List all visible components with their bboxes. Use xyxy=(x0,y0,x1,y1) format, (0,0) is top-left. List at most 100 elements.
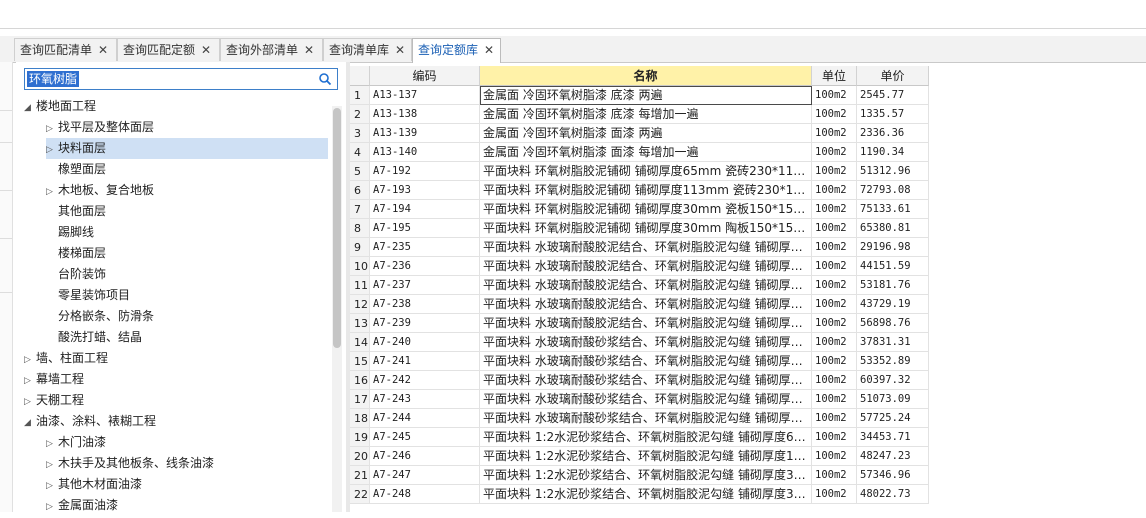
table-row[interactable]: 1 A13-137 金属面 冷固环氧树脂漆 底漆 两遍 100m2 2545.77 xyxy=(350,86,929,105)
tree-node[interactable]: 酸洗打蜡、结晶 xyxy=(46,327,328,348)
cell-code[interactable]: A13-138 xyxy=(370,105,480,124)
row-number[interactable]: 1 xyxy=(350,86,370,105)
expand-arrow-icon[interactable]: ▷ xyxy=(46,434,58,455)
cell-unit[interactable]: 100m2 xyxy=(812,485,857,504)
tree-node[interactable]: ▷ 木门油漆 xyxy=(46,432,328,453)
cell-name[interactable]: 平面块料 水玻璃耐酸砂浆结合、环氧树脂胶泥勾缝 铺砌厚… xyxy=(480,352,812,371)
cell-price[interactable]: 51312.96 xyxy=(857,162,929,181)
cell-unit[interactable]: 100m2 xyxy=(812,200,857,219)
table-row[interactable]: 7 A7-194 平面块料 环氧树脂胶泥铺砌 铺砌厚度30mm 瓷板150*150*… xyxy=(350,200,929,219)
expand-arrow-icon[interactable]: ▷ xyxy=(46,182,58,203)
cell-name[interactable]: 平面块料 环氧树脂胶泥铺砌 铺砌厚度65mm 瓷砖230*113*65 xyxy=(480,162,812,181)
cell-code[interactable]: A7-192 xyxy=(370,162,480,181)
cell-unit[interactable]: 100m2 xyxy=(812,371,857,390)
close-icon[interactable]: ✕ xyxy=(201,43,211,57)
table-row[interactable]: 21 A7-247 平面块料 1:2水泥砂浆结合、环氧树脂胶泥勾缝 铺砌厚度3… 10… xyxy=(350,466,929,485)
tree-node[interactable]: ▷ 幕墙工程 xyxy=(24,369,328,390)
column-header-price[interactable]: 单价 xyxy=(857,66,929,86)
cell-name[interactable]: 平面块料 1:2水泥砂浆结合、环氧树脂胶泥勾缝 铺砌厚度6… xyxy=(480,428,812,447)
cell-name[interactable]: 平面块料 环氧树脂胶泥铺砌 铺砌厚度30mm 瓷板150*150*30 xyxy=(480,200,812,219)
cell-price[interactable]: 34453.71 xyxy=(857,428,929,447)
tree-scrollbar[interactable] xyxy=(332,106,342,512)
cell-code[interactable]: A13-137 xyxy=(370,86,480,105)
tab-bill-library[interactable]: 查询清单库 ✕ xyxy=(323,38,412,61)
table-row[interactable]: 13 A7-239 平面块料 水玻璃耐酸胶泥结合、环氧树脂胶泥勾缝 铺砌厚… 100m… xyxy=(350,314,929,333)
cell-price[interactable]: 72793.08 xyxy=(857,181,929,200)
cell-price[interactable]: 60397.32 xyxy=(857,371,929,390)
cell-name[interactable]: 平面块料 水玻璃耐酸砂浆结合、环氧树脂胶泥勾缝 铺砌厚… xyxy=(480,333,812,352)
table-row[interactable]: 18 A7-244 平面块料 水玻璃耐酸砂浆结合、环氧树脂胶泥勾缝 铺砌厚… 100m… xyxy=(350,409,929,428)
tree-node[interactable]: ▷ 找平层及整体面层 xyxy=(46,117,328,138)
tree-node[interactable]: 零星装饰项目 xyxy=(46,285,328,306)
cell-unit[interactable]: 100m2 xyxy=(812,238,857,257)
row-number[interactable]: 15 xyxy=(350,352,370,371)
tree-node[interactable]: 台阶装饰 xyxy=(46,264,328,285)
table-row[interactable]: 9 A7-235 平面块料 水玻璃耐酸胶泥结合、环氧树脂胶泥勾缝 铺砌厚… 100m2… xyxy=(350,238,929,257)
table-row[interactable]: 11 A7-237 平面块料 水玻璃耐酸胶泥结合、环氧树脂胶泥勾缝 铺砌厚… 100m… xyxy=(350,276,929,295)
row-number[interactable]: 13 xyxy=(350,314,370,333)
tree-node[interactable]: 分格嵌条、防滑条 xyxy=(46,306,328,327)
cell-code[interactable]: A7-246 xyxy=(370,447,480,466)
tree-node[interactable]: ▷ 金属面油漆 xyxy=(46,495,328,516)
cell-code[interactable]: A13-139 xyxy=(370,124,480,143)
cell-price[interactable]: 43729.19 xyxy=(857,295,929,314)
cell-unit[interactable]: 100m2 xyxy=(812,105,857,124)
cell-code[interactable]: A7-248 xyxy=(370,485,480,504)
tree-node[interactable]: ▷ 块料面层 xyxy=(46,138,328,159)
cell-code[interactable]: A7-235 xyxy=(370,238,480,257)
cell-unit[interactable]: 100m2 xyxy=(812,390,857,409)
row-number[interactable]: 18 xyxy=(350,409,370,428)
cell-unit[interactable]: 100m2 xyxy=(812,181,857,200)
tree-node[interactable]: 踢脚线 xyxy=(46,222,328,243)
cell-price[interactable]: 37831.31 xyxy=(857,333,929,352)
expand-arrow-icon[interactable]: ▷ xyxy=(24,392,36,413)
search-icon[interactable] xyxy=(318,72,332,86)
cell-code[interactable]: A7-237 xyxy=(370,276,480,295)
column-header-code[interactable]: 编码 xyxy=(370,66,480,86)
table-row[interactable]: 15 A7-241 平面块料 水玻璃耐酸砂浆结合、环氧树脂胶泥勾缝 铺砌厚… 100m… xyxy=(350,352,929,371)
cell-name[interactable]: 平面块料 水玻璃耐酸胶泥结合、环氧树脂胶泥勾缝 铺砌厚… xyxy=(480,276,812,295)
row-number[interactable]: 11 xyxy=(350,276,370,295)
close-icon[interactable]: ✕ xyxy=(98,43,108,57)
scrollbar-thumb[interactable] xyxy=(333,108,341,348)
cell-price[interactable]: 48247.23 xyxy=(857,447,929,466)
collapse-arrow-icon[interactable]: ◢ xyxy=(24,413,36,434)
table-row[interactable]: 22 A7-248 平面块料 1:2水泥砂浆结合、环氧树脂胶泥勾缝 铺砌厚度3… 10… xyxy=(350,485,929,504)
cell-code[interactable]: A7-244 xyxy=(370,409,480,428)
cell-code[interactable]: A7-195 xyxy=(370,219,480,238)
cell-price[interactable]: 53352.89 xyxy=(857,352,929,371)
cell-unit[interactable]: 100m2 xyxy=(812,314,857,333)
collapse-arrow-icon[interactable]: ◢ xyxy=(24,98,36,119)
cell-code[interactable]: A7-242 xyxy=(370,371,480,390)
expand-arrow-icon[interactable]: ▷ xyxy=(46,476,58,497)
cell-unit[interactable]: 100m2 xyxy=(812,143,857,162)
cell-price[interactable]: 57346.96 xyxy=(857,466,929,485)
cell-unit[interactable]: 100m2 xyxy=(812,447,857,466)
cell-price[interactable]: 29196.98 xyxy=(857,238,929,257)
cell-price[interactable]: 48022.73 xyxy=(857,485,929,504)
cell-code[interactable]: A7-241 xyxy=(370,352,480,371)
expand-arrow-icon[interactable]: ▷ xyxy=(46,140,58,161)
tab-match-bill[interactable]: 查询匹配清单 ✕ xyxy=(14,38,117,61)
cell-name[interactable]: 平面块料 水玻璃耐酸砂浆结合、环氧树脂胶泥勾缝 铺砌厚… xyxy=(480,390,812,409)
tree-node[interactable]: 其他面层 xyxy=(46,201,328,222)
row-number[interactable]: 12 xyxy=(350,295,370,314)
cell-code[interactable]: A7-236 xyxy=(370,257,480,276)
cell-name[interactable]: 金属面 冷固环氧树脂漆 底漆 每增加一遍 xyxy=(480,105,812,124)
cell-unit[interactable]: 100m2 xyxy=(812,162,857,181)
tab-match-quota[interactable]: 查询匹配定额 ✕ xyxy=(117,38,220,61)
tree-node[interactable]: ▷ 木地板、复合地板 xyxy=(46,180,328,201)
table-row[interactable]: 17 A7-243 平面块料 水玻璃耐酸砂浆结合、环氧树脂胶泥勾缝 铺砌厚… 100m… xyxy=(350,390,929,409)
cell-code[interactable]: A7-243 xyxy=(370,390,480,409)
cell-unit[interactable]: 100m2 xyxy=(812,409,857,428)
cell-unit[interactable]: 100m2 xyxy=(812,219,857,238)
cell-unit[interactable]: 100m2 xyxy=(812,86,857,105)
row-number[interactable]: 21 xyxy=(350,466,370,485)
table-row[interactable]: 10 A7-236 平面块料 水玻璃耐酸胶泥结合、环氧树脂胶泥勾缝 铺砌厚… 100m… xyxy=(350,257,929,276)
row-number[interactable]: 4 xyxy=(350,143,370,162)
cell-unit[interactable]: 100m2 xyxy=(812,295,857,314)
tree-node[interactable]: 楼梯面层 xyxy=(46,243,328,264)
row-number[interactable]: 5 xyxy=(350,162,370,181)
row-number[interactable]: 16 xyxy=(350,371,370,390)
cell-unit[interactable]: 100m2 xyxy=(812,276,857,295)
